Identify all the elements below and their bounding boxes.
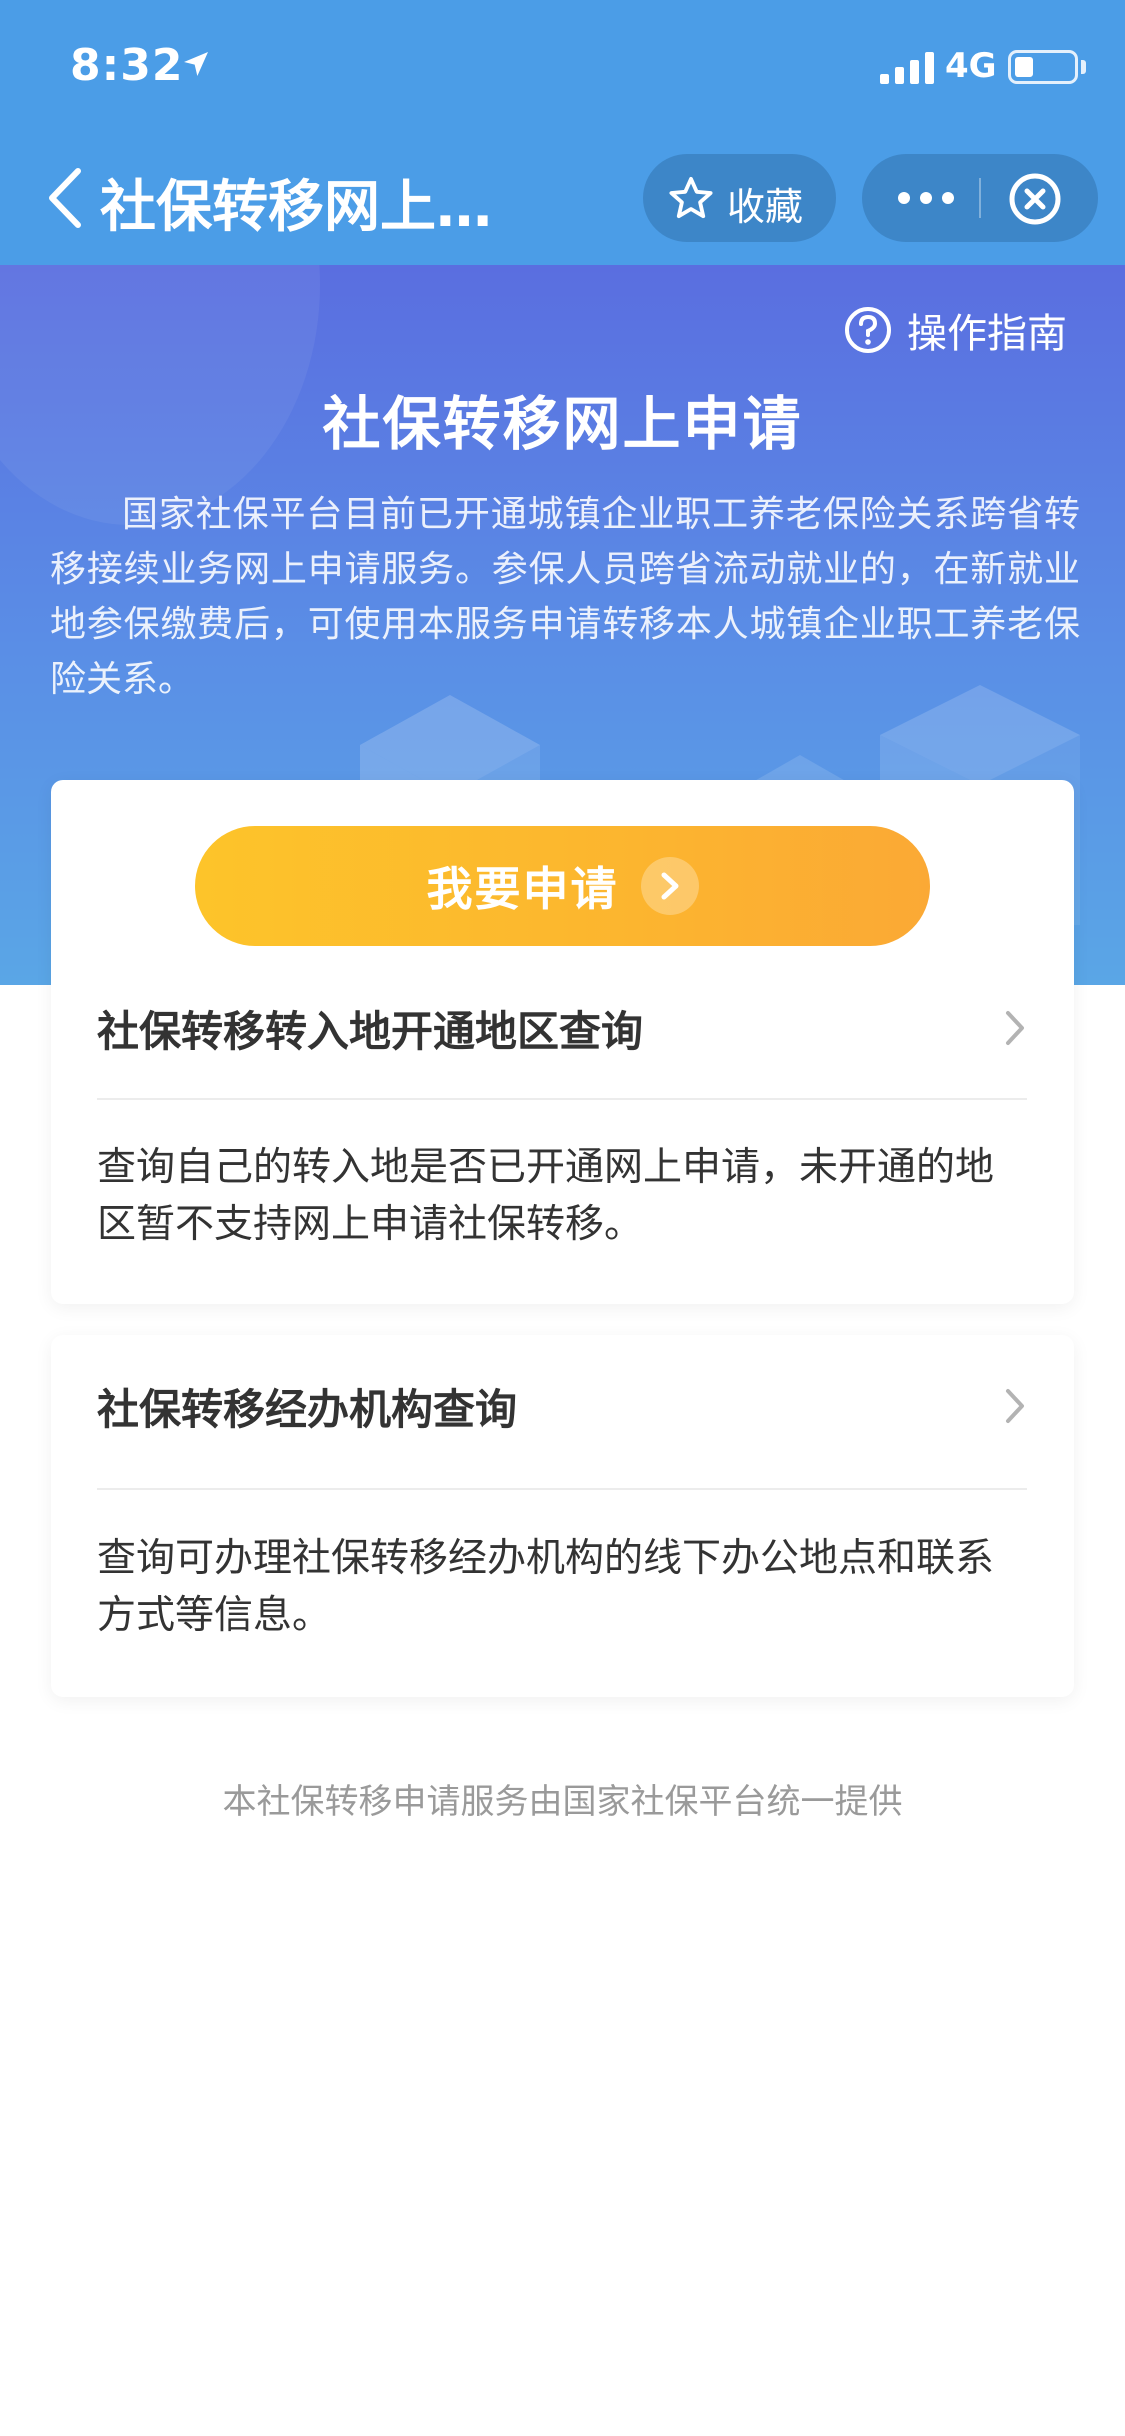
footer-note: 本社保转移申请服务由国家社保平台统一提供 bbox=[222, 1782, 903, 1822]
card-description: 查询自己的转入地是否已开通网上申请，未开通的地区暂不支持网上申请社保转移。 bbox=[97, 1145, 995, 1247]
guide-label: 操作指南 bbox=[907, 311, 1067, 357]
card-divider bbox=[97, 1098, 1027, 1100]
apply-label: 我要申请 bbox=[426, 862, 619, 916]
more-dots-icon[interactable] bbox=[896, 180, 956, 216]
page-title: 社保转移网上… bbox=[100, 175, 492, 240]
location-arrow-icon bbox=[184, 52, 208, 76]
chevron-right-icon bbox=[1006, 1389, 1024, 1423]
close-circle-icon[interactable] bbox=[1008, 172, 1062, 226]
status-time: 8:32 bbox=[70, 40, 184, 91]
chevron-right-circle-icon bbox=[640, 857, 699, 915]
region-query-link[interactable]: 社保转移转入地开通地区查询 bbox=[97, 993, 1027, 1063]
favorite-button[interactable]: 收藏 bbox=[643, 154, 836, 242]
service-card-region-query: 我要申请 社保转移转入地开通地区查询 查询自己的转入地是否已开通网上申请，未开通… bbox=[51, 780, 1074, 1304]
hero-description: 国家社保平台目前已开通城镇企业职工养老保险关系跨省转移接续业务网上申请服务。参保… bbox=[50, 494, 1080, 700]
network-type: 4G bbox=[945, 46, 997, 86]
apply-button[interactable]: 我要申请 bbox=[195, 826, 930, 946]
hero-title: 社保转移网上申请 bbox=[322, 390, 803, 458]
chevron-left-icon[interactable] bbox=[40, 165, 90, 231]
miniapp-capsule bbox=[862, 154, 1098, 242]
top-bar: 8:32 4G 社保转移网上… 收藏 bbox=[0, 0, 1125, 265]
operation-guide-link[interactable]: 操作指南 bbox=[843, 300, 1067, 360]
signal-bars-icon bbox=[880, 52, 934, 84]
favorite-label: 收藏 bbox=[727, 185, 804, 229]
service-card-agency-query: 社保转移经办机构查询 查询可办理社保转移经办机构的线下办公地点和联系方式等信息。 bbox=[51, 1335, 1074, 1697]
card-divider bbox=[97, 1488, 1027, 1490]
card-title: 社保转移转入地开通地区查询 bbox=[97, 1006, 644, 1056]
capsule-divider bbox=[979, 178, 981, 218]
chevron-right-icon bbox=[1006, 1011, 1024, 1045]
question-circle-icon bbox=[845, 307, 891, 353]
battery-cap bbox=[1081, 60, 1086, 74]
card-title: 社保转移经办机构查询 bbox=[97, 1384, 518, 1434]
star-outline-icon bbox=[669, 176, 713, 219]
card-description: 查询可办理社保转移经办机构的线下办公地点和联系方式等信息。 bbox=[97, 1536, 995, 1638]
agency-query-link[interactable]: 社保转移经办机构查询 bbox=[97, 1371, 1027, 1441]
battery-low-icon bbox=[1008, 50, 1078, 84]
